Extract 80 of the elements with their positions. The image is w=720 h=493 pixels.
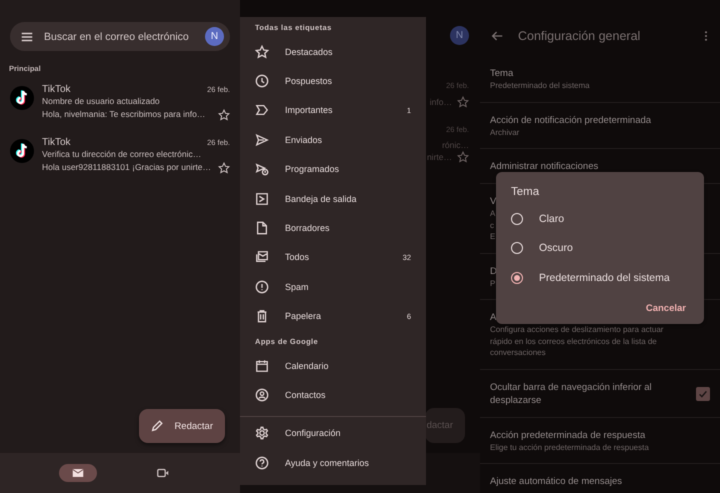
setting-title: A [490, 311, 496, 324]
radio-button[interactable] [511, 242, 523, 254]
note-logo-icon [10, 139, 34, 163]
label-icon [255, 103, 269, 118]
scheduled-icon [255, 162, 269, 176]
email-snippet: rónic… [442, 140, 469, 151]
video-icon [156, 466, 170, 480]
note-logo-icon [10, 86, 34, 110]
search-placeholder: Buscar en el correo electrónico [44, 30, 190, 42]
star-icon[interactable] [218, 162, 230, 174]
setting-title: Acción predeterminada de respuesta [490, 428, 646, 442]
setting-description: Configura acciones de deslizamiento para actuar rápido en los correos electrónicos de la lista de conversaciones [490, 324, 664, 358]
setting-title: Administrar notificaciones [490, 160, 598, 173]
account-avatar: N [450, 26, 469, 45]
option-label: Predeterminado del sistema [539, 272, 670, 284]
mail-tab[interactable] [58, 464, 96, 482]
alert-icon [255, 280, 269, 294]
star-icon [457, 151, 469, 163]
drawer-item[interactable]: Destacados [240, 37, 426, 66]
dialog-title: Tema [510, 186, 540, 200]
setting-description: Predeterminado del sistema [490, 80, 590, 92]
drawer-item[interactable]: Enviados [240, 125, 426, 155]
setting-description: Archivar [490, 126, 520, 138]
setting-description: E [490, 231, 496, 242]
email-snippet: nirte… [426, 152, 452, 162]
setting-title: Ajuste automático de mensajes [490, 475, 622, 488]
calendar-icon [255, 358, 269, 373]
drawer-item[interactable]: Contactos [240, 380, 426, 410]
back-arrow-icon[interactable] [490, 29, 504, 43]
sender-name: TikTok [42, 84, 71, 95]
setting-title: V [490, 195, 496, 208]
option-label: Claro [539, 212, 564, 225]
mailbox-icon [255, 250, 269, 264]
star-icon [255, 44, 269, 59]
drawer-item[interactable]: Programados [240, 154, 426, 184]
compose-button[interactable]: Redactar [139, 409, 225, 443]
contact-icon [255, 388, 269, 402]
drawer-item[interactable]: Borradores [240, 213, 426, 243]
outbox-icon [255, 192, 269, 206]
more-options-icon[interactable] [704, 30, 708, 42]
drawer-item[interactable]: Spam [240, 272, 426, 302]
email-subject: Nombre de usuario actualizado [42, 95, 161, 108]
drawer-item[interactable]: Ayuda y comentarios [240, 448, 426, 478]
account-avatar[interactable]: N [205, 27, 224, 46]
setting-description: A [490, 208, 496, 220]
send-icon [255, 132, 269, 147]
trash-icon [255, 309, 269, 324]
radio-button[interactable] [511, 212, 523, 225]
drawer-item[interactable]: Calendario [240, 350, 426, 380]
email-snippet: Hola, nivelmania: Te escribimos para info… [42, 108, 206, 121]
setting-title: Ocultar barra de navegación inferior al desplazarse [490, 380, 653, 406]
mail-icon [70, 466, 84, 480]
radio-option[interactable]: Claro [496, 204, 704, 234]
help-icon [255, 456, 269, 470]
star-icon [457, 96, 469, 108]
radio-option[interactable]: Predeterminado del sistema [496, 263, 704, 292]
setting-description: P [490, 278, 496, 289]
search-field[interactable]: Buscar en el correo electrónico N [10, 22, 230, 51]
settings-icon [255, 426, 269, 440]
setting-description: Elige tu acción predeterminada de respuesta [490, 442, 649, 453]
checkbox[interactable] [696, 386, 710, 400]
clock-icon [255, 74, 269, 88]
email-subject: Verifica tu dirección de correo electrónic… [42, 148, 202, 161]
setting-title: Tema [490, 67, 514, 80]
star-icon[interactable] [218, 108, 230, 120]
radio-option[interactable]: Oscuro [496, 234, 704, 263]
setting-description: c [490, 220, 494, 231]
email-snippet: Hola user92811883101 ¡Gracias por unirte… [42, 161, 211, 174]
sender-name: TikTok [42, 137, 71, 148]
drawer-item[interactable]: Configuración [240, 418, 426, 448]
screen-title: Configuración general [518, 29, 642, 43]
document-icon [255, 221, 269, 236]
radio-button[interactable] [511, 272, 523, 284]
option-label: Oscuro [539, 242, 573, 254]
setting-title: Acción de notificación predeterminada [490, 114, 652, 126]
pencil-icon [150, 419, 164, 433]
email-snippet: info… [430, 96, 452, 108]
cancel-button[interactable]: Cancelar [642, 298, 690, 318]
drawer-item[interactable]: Pospuestos [240, 66, 426, 96]
drawer-item[interactable]: Bandeja de salida [240, 184, 426, 214]
